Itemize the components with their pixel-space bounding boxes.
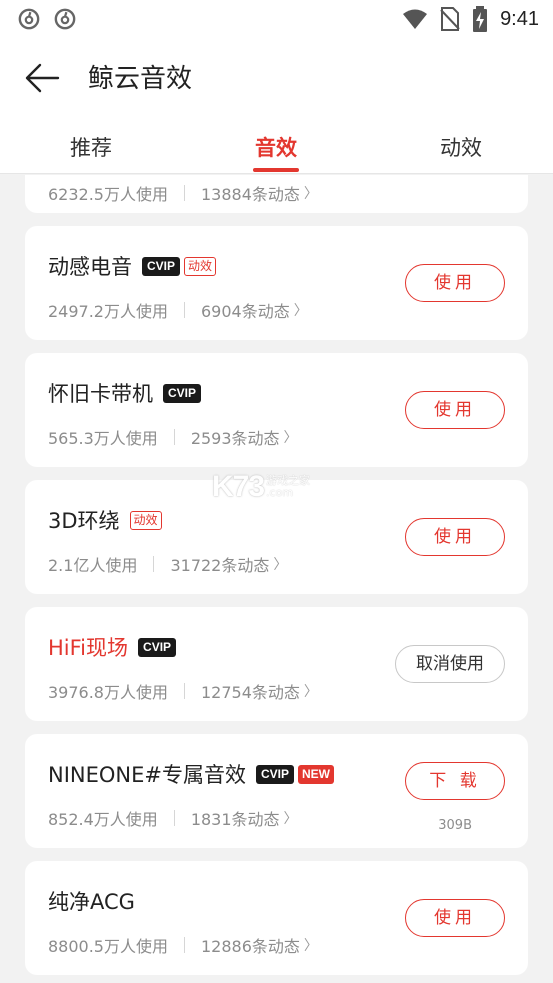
clock: 9:41	[500, 7, 539, 30]
no-sim-icon	[440, 7, 460, 31]
chevron-right-icon: 〉	[303, 938, 318, 954]
post-count[interactable]: 6904条动态	[201, 298, 290, 322]
user-count: 565.3万人使用	[48, 429, 158, 448]
user-count: 852.4万人使用	[48, 810, 158, 829]
app-bar: 鲸云音效	[0, 40, 553, 118]
use-button[interactable]: 使用	[405, 391, 505, 429]
post-count[interactable]: 13884条动态	[201, 181, 300, 205]
effect-list: 6232.5万人使用 13884条动态 〉 动感电音 CVIP 动效 2497.…	[0, 175, 553, 983]
chevron-right-icon: 〉	[293, 303, 308, 319]
divider	[153, 556, 155, 572]
use-button[interactable]: 使用	[405, 264, 505, 302]
effect-name: 怀旧卡带机	[48, 382, 153, 406]
animated-badge: 动效	[129, 510, 162, 530]
page-title: 鲸云音效	[88, 64, 193, 94]
cvip-badge: CVIP	[255, 764, 294, 784]
chevron-right-icon: 〉	[283, 430, 298, 446]
download-button[interactable]: 下 载	[405, 762, 505, 800]
chevron-right-icon: 〉	[303, 186, 318, 202]
divider	[173, 810, 175, 826]
post-count[interactable]: 31722条动态	[170, 552, 269, 576]
post-count[interactable]: 1831条动态	[191, 806, 280, 830]
active-tab-indicator	[253, 168, 299, 172]
item-meta: 2497.2万人使用 6904条动态 〉	[48, 298, 308, 322]
item-meta: 565.3万人使用 2593条动态 〉	[48, 425, 298, 449]
item-meta: 2.1亿人使用 31722条动态 〉	[48, 552, 287, 576]
divider	[173, 429, 175, 445]
cancel-use-button[interactable]: 取消使用	[395, 645, 505, 683]
use-button[interactable]: 使用	[405, 518, 505, 556]
post-count[interactable]: 12886条动态	[201, 933, 300, 957]
cvip-badge: CVIP	[138, 637, 177, 657]
battery-charging-icon	[473, 6, 488, 32]
tab-bar: 推荐 音效 动效	[0, 118, 553, 174]
user-count: 2497.2万人使用	[48, 302, 168, 321]
effect-name: 纯净ACG	[48, 890, 135, 914]
effect-name: NINEONE#专属音效	[48, 763, 246, 787]
netease-music-icon	[18, 8, 40, 30]
back-arrow-icon[interactable]	[24, 60, 60, 96]
cvip-badge: CVIP	[163, 383, 202, 403]
wifi-icon	[403, 9, 428, 29]
item-meta: 3976.8万人使用 12754条动态 〉	[48, 679, 318, 703]
divider	[184, 302, 185, 318]
list-item[interactable]: 怀旧卡带机 CVIP 565.3万人使用 2593条动态 〉 使用	[25, 353, 528, 467]
effect-name: 动感电音	[48, 255, 132, 279]
item-meta: 8800.5万人使用 12886条动态 〉	[48, 933, 318, 957]
watermark-logo: K73	[212, 470, 265, 503]
watermark: K73 游戏之家 .com	[212, 470, 310, 504]
post-count[interactable]: 12754条动态	[201, 679, 300, 703]
user-count: 8800.5万人使用	[48, 937, 168, 956]
item-meta: 6232.5万人使用 13884条动态 〉	[48, 181, 318, 205]
user-count: 2.1亿人使用	[48, 556, 138, 575]
tab-recommend[interactable]: 推荐	[70, 132, 112, 162]
use-button[interactable]: 使用	[405, 899, 505, 937]
effect-name: 3D环绕	[48, 509, 120, 533]
chevron-right-icon: 〉	[283, 811, 298, 827]
post-count[interactable]: 2593条动态	[191, 425, 280, 449]
animated-badge: 动效	[184, 256, 217, 276]
item-meta: 852.4万人使用 1831条动态 〉	[48, 806, 298, 830]
netease-music-icon	[54, 8, 76, 30]
list-item[interactable]: 纯净ACG 8800.5万人使用 12886条动态 〉 使用	[25, 861, 528, 975]
user-count: 3976.8万人使用	[48, 683, 168, 702]
watermark-text: 游戏之家 .com	[266, 474, 311, 499]
list-item[interactable]: 6232.5万人使用 13884条动态 〉	[25, 175, 528, 213]
effect-name: HiFi现场	[48, 636, 129, 660]
list-item[interactable]: HiFi现场 CVIP 3976.8万人使用 12754条动态 〉 取消使用	[25, 607, 528, 721]
user-count: 6232.5万人使用	[48, 185, 168, 204]
divider	[184, 185, 185, 201]
list-item[interactable]: NINEONE#专属音效 CVIP NEW 852.4万人使用 1831条动态 …	[25, 734, 528, 848]
list-item[interactable]: 动感电音 CVIP 动效 2497.2万人使用 6904条动态 〉 使用	[25, 226, 528, 340]
status-bar: 9:41	[0, 0, 553, 40]
divider	[184, 937, 185, 953]
chevron-right-icon: 〉	[303, 684, 318, 700]
cvip-badge: CVIP	[142, 256, 181, 276]
chevron-right-icon: 〉	[273, 557, 288, 573]
tab-animated-effects[interactable]: 动效	[440, 132, 482, 162]
tab-sound-effects[interactable]: 音效	[255, 132, 297, 162]
download-size: 309B	[438, 818, 472, 833]
new-badge: NEW	[298, 764, 334, 784]
divider	[184, 683, 185, 699]
